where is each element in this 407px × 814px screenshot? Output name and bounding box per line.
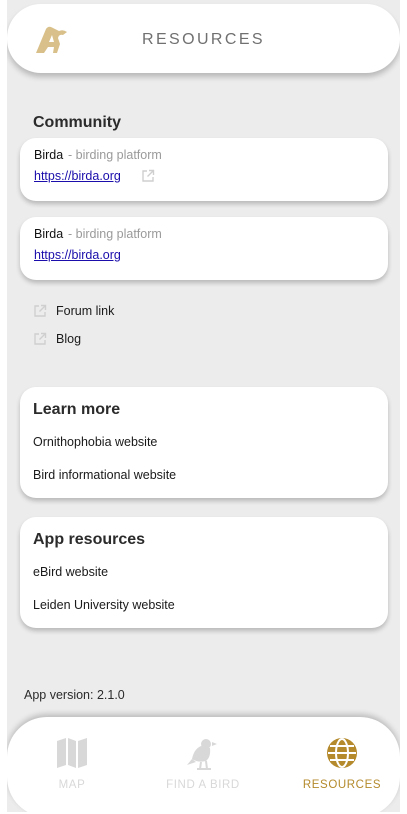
external-link-icon [34,332,47,345]
app-version: App version: 2.1.0 [24,688,125,702]
nav-label-map: MAP [58,779,86,791]
nav-label-find-a-bird: FIND A BIRD [166,779,240,791]
external-link-icon [34,304,47,317]
nav-item-map[interactable]: MAP [7,717,137,812]
community-card-birda-2[interactable]: Birda - birding platform https://birda.o… [20,217,388,280]
map-icon [57,738,87,768]
nav-label-resources: RESOURCES [302,779,382,791]
card-name: Birda [34,148,64,162]
card-description: - birding platform [68,148,162,162]
page-title: RESOURCES [142,31,265,48]
ornithophobia-website-link[interactable]: Ornithophobia website [33,435,157,449]
community-card-birda[interactable]: Birda - birding platform https://birda.o… [20,138,388,201]
ebird-website-link[interactable]: eBird website [33,565,108,579]
card-url-link[interactable]: https://birda.org [34,248,121,262]
community-heading: Community [33,114,121,131]
nav-item-resources[interactable]: RESOURCES [277,717,400,812]
learn-more-heading: Learn more [33,401,121,418]
app-resources-heading: App resources [33,531,146,548]
app-header: RESOURCES [7,4,400,73]
app-screen: RESOURCES Community Birda - birding plat… [7,0,400,812]
nav-item-find-a-bird[interactable]: FIND A BIRD [138,717,268,812]
forum-link-label: Forum link [56,304,115,318]
card-description: - birding platform [68,227,162,241]
card-url-link[interactable]: https://birda.org [34,169,121,183]
app-resources-card: App resources eBird website Leiden Unive… [20,517,388,628]
bottom-nav: MAP FIND A BIRD RESOURCES [7,717,400,812]
learn-more-card: Learn more Ornithophobia website Bird in… [20,387,388,498]
globe-icon [327,738,357,768]
bird-icon [187,739,217,770]
card-name: Birda [34,227,64,241]
bird-informational-website-link[interactable]: Bird informational website [33,468,176,482]
leiden-university-website-link[interactable]: Leiden University website [33,598,175,612]
external-link-icon[interactable] [141,169,155,183]
blog-link-label: Blog [56,332,82,346]
